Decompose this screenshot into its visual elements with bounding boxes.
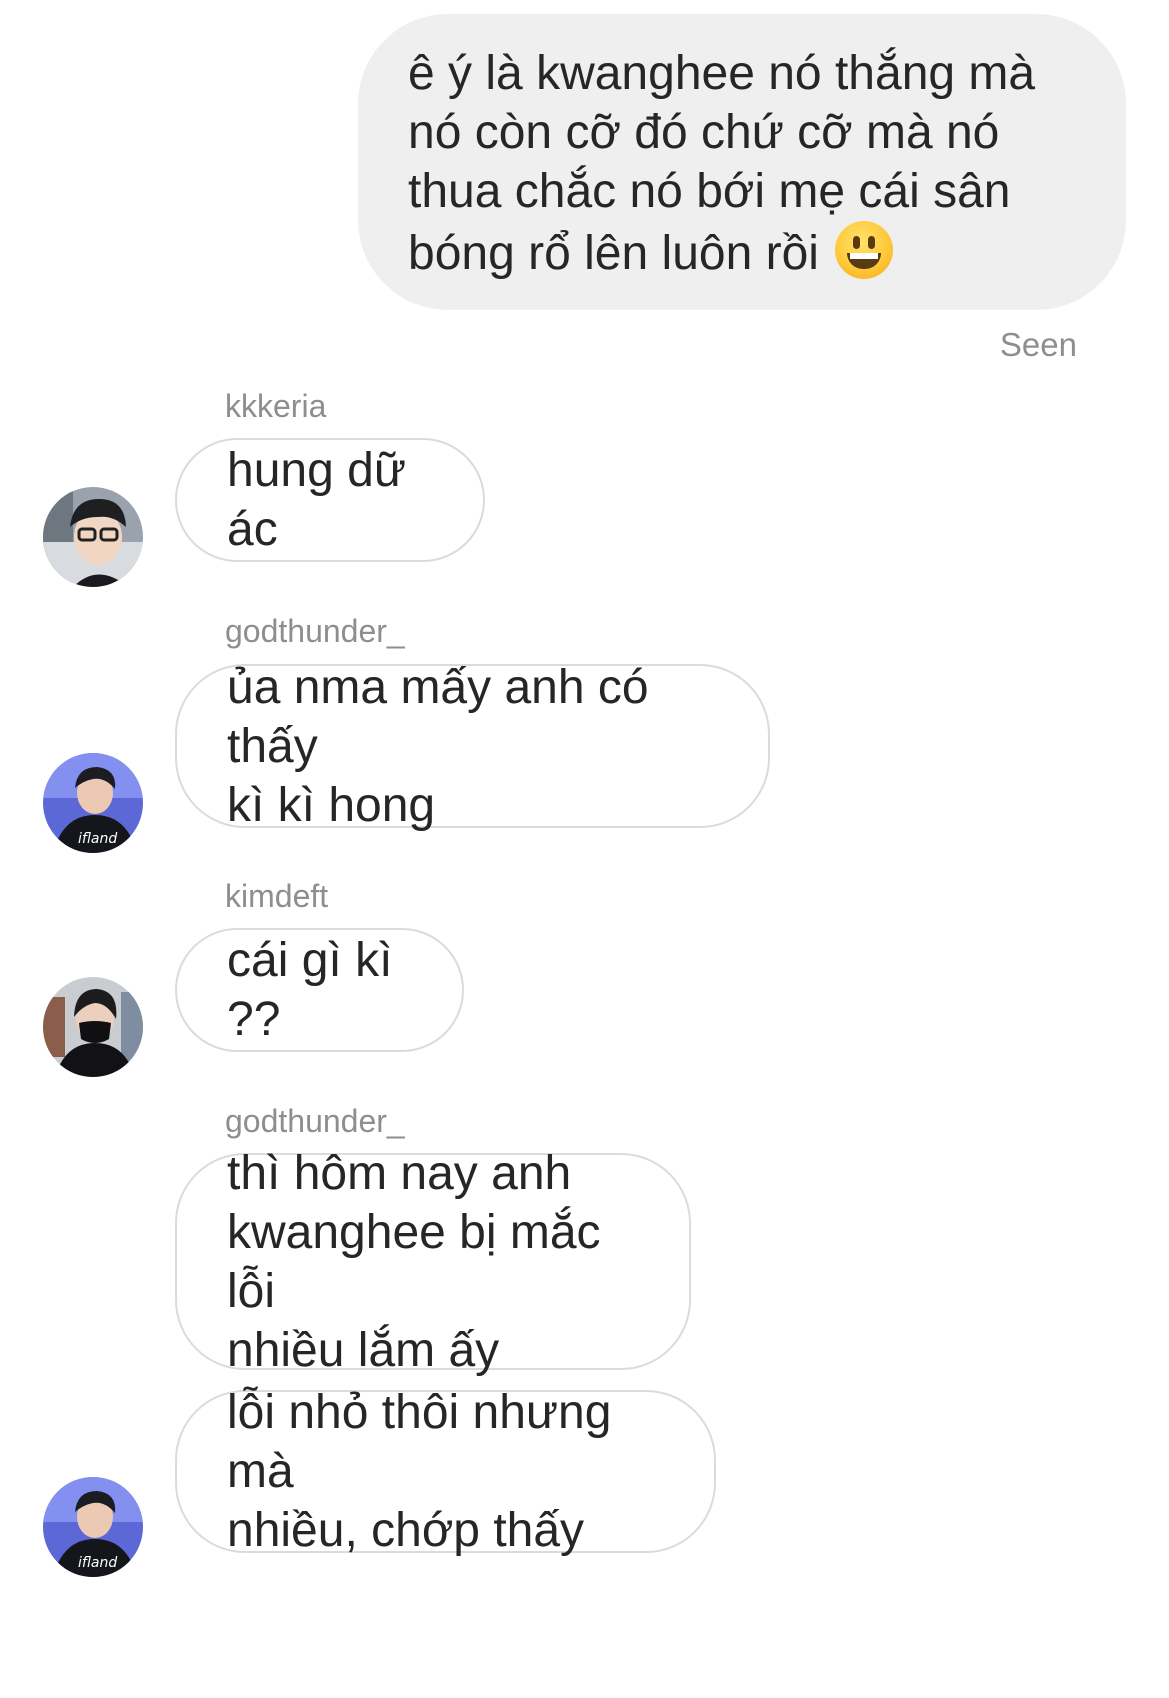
avatar-glasses-icon	[43, 487, 143, 587]
seen-status: Seen	[999, 326, 1077, 363]
message-line: thì hôm nay anh	[227, 1146, 572, 1200]
message-line: kwanghee bị mắc lỗi	[227, 1205, 601, 1318]
message-line: lỗi nhỏ thôi nhưng mà	[227, 1386, 612, 1498]
message-line: nhiều, chớp thấy	[227, 1504, 585, 1557]
avatar-mask-icon	[43, 977, 143, 1077]
sender-name: kimdeft	[225, 878, 329, 914]
svg-text:ifland: ifland	[78, 1555, 117, 1571]
message-line: cái gì kì ??	[227, 934, 393, 1046]
sent-message-line: bóng rổ lên luôn rồi	[408, 221, 1086, 283]
avatar[interactable]	[43, 487, 143, 587]
sent-message-line-text: bóng rổ lên luôn rồi	[408, 227, 819, 280]
avatar[interactable]	[43, 977, 143, 1077]
received-message-bubble[interactable]: thì hôm nay anh kwanghee bị mắc lỗi nhiề…	[175, 1147, 691, 1377]
message-line: hung dữ ác	[227, 444, 406, 556]
avatar[interactable]: ifland	[43, 1477, 143, 1577]
message-line: ủa nma mấy anh có thấy	[227, 660, 649, 773]
message-line: kì kì hong	[227, 778, 436, 832]
sender-name: kkkeria	[225, 388, 327, 424]
avatar-jersey-icon: ifland	[43, 753, 143, 853]
sender-name: godthunder_	[225, 613, 405, 649]
received-message-bubble[interactable]: ủa nma mấy anh có thấy kì kì hong	[175, 661, 770, 832]
svg-text:ifland: ifland	[78, 831, 117, 847]
received-message-bubble[interactable]: cái gì kì ??	[175, 928, 464, 1052]
sent-message-line: nó còn cỡ đó chứ cỡ mà nó	[408, 106, 1000, 159]
sent-message-line: thua chắc nó bới mẹ cái sân	[408, 165, 1011, 218]
grinning-face-emoji-icon	[834, 221, 893, 279]
received-message-bubble[interactable]: hung dữ ác	[175, 438, 485, 562]
message-line: nhiều lắm ấy	[227, 1323, 500, 1377]
sender-name: godthunder_	[225, 1103, 405, 1139]
avatar[interactable]: ifland	[43, 753, 143, 853]
sent-message-bubble[interactable]: ê ý là kwanghee nó thắng mà nó còn cỡ đó…	[358, 14, 1126, 310]
received-message-bubble[interactable]: lỗi nhỏ thôi nhưng mà nhiều, chớp thấy	[175, 1386, 716, 1557]
sent-message-line: ê ý là kwanghee nó thắng mà	[408, 47, 1036, 100]
avatar-jersey-icon: ifland	[43, 1477, 143, 1577]
